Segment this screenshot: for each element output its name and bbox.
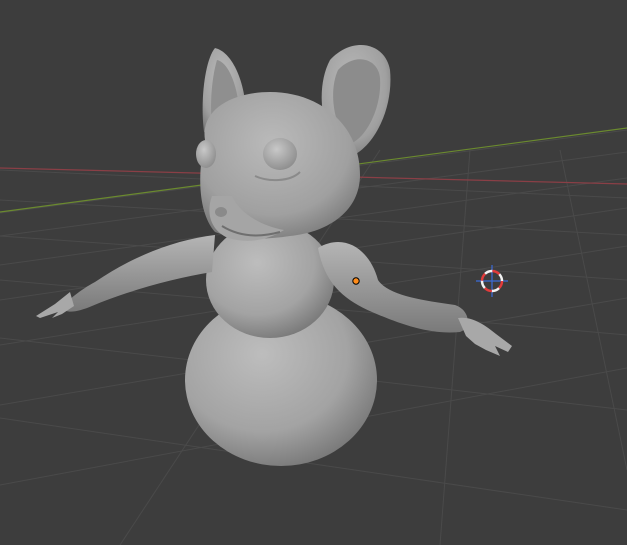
3d-viewport[interactable] [0,0,627,545]
viewport-canvas[interactable] [0,0,627,545]
model-torso[interactable] [206,222,334,338]
origin-dot-icon[interactable] [352,277,360,285]
model-right-eye[interactable] [263,138,297,170]
model-left-hand[interactable] [36,292,74,318]
model-left-arm[interactable] [62,235,215,312]
model-right-hand[interactable] [458,317,512,356]
model-nose [215,207,227,217]
model-left-eye[interactable] [196,140,216,168]
